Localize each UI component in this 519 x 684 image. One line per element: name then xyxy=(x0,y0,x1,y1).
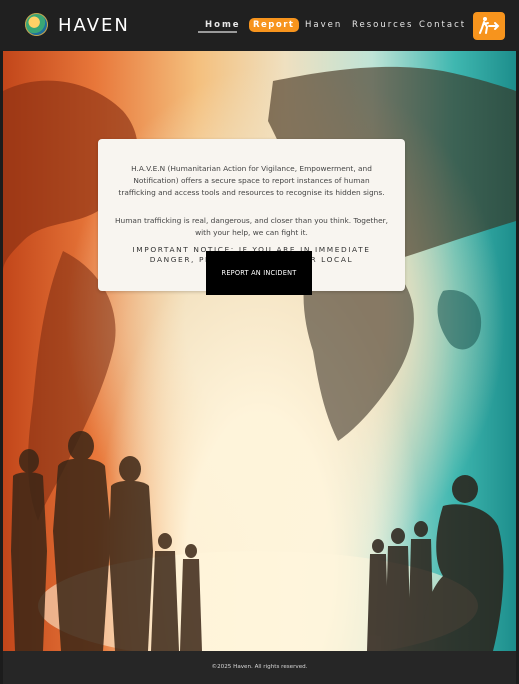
nav-home[interactable]: Home xyxy=(205,20,241,30)
site-header: HAVEN Home Report Haven Resources Contac… xyxy=(0,0,519,51)
main-nav: Home Report Haven Resources Contact xyxy=(0,18,519,34)
report-incident-button[interactable]: REPORT AN INCIDENT xyxy=(206,251,312,295)
nav-resources[interactable]: Resources xyxy=(352,20,413,30)
hero-section: H.A.V.E.N (Humanitarian Action for Vigil… xyxy=(3,51,516,651)
active-nav-indicator xyxy=(198,31,237,33)
tagline-text: Human trafficking is real, dangerous, an… xyxy=(114,216,389,237)
site-footer: ©2025 Haven. All rights reserved. xyxy=(3,651,516,684)
nav-report[interactable]: Report xyxy=(249,18,299,32)
quick-exit-icon xyxy=(479,17,500,34)
nav-contact[interactable]: Contact xyxy=(419,20,466,30)
nav-haven[interactable]: Haven xyxy=(305,20,342,30)
quick-exit-button[interactable] xyxy=(473,12,505,40)
copyright-text: ©2025 Haven. All rights reserved. xyxy=(211,664,308,670)
intro-text: H.A.V.E.N (Humanitarian Action for Vigil… xyxy=(118,164,385,197)
